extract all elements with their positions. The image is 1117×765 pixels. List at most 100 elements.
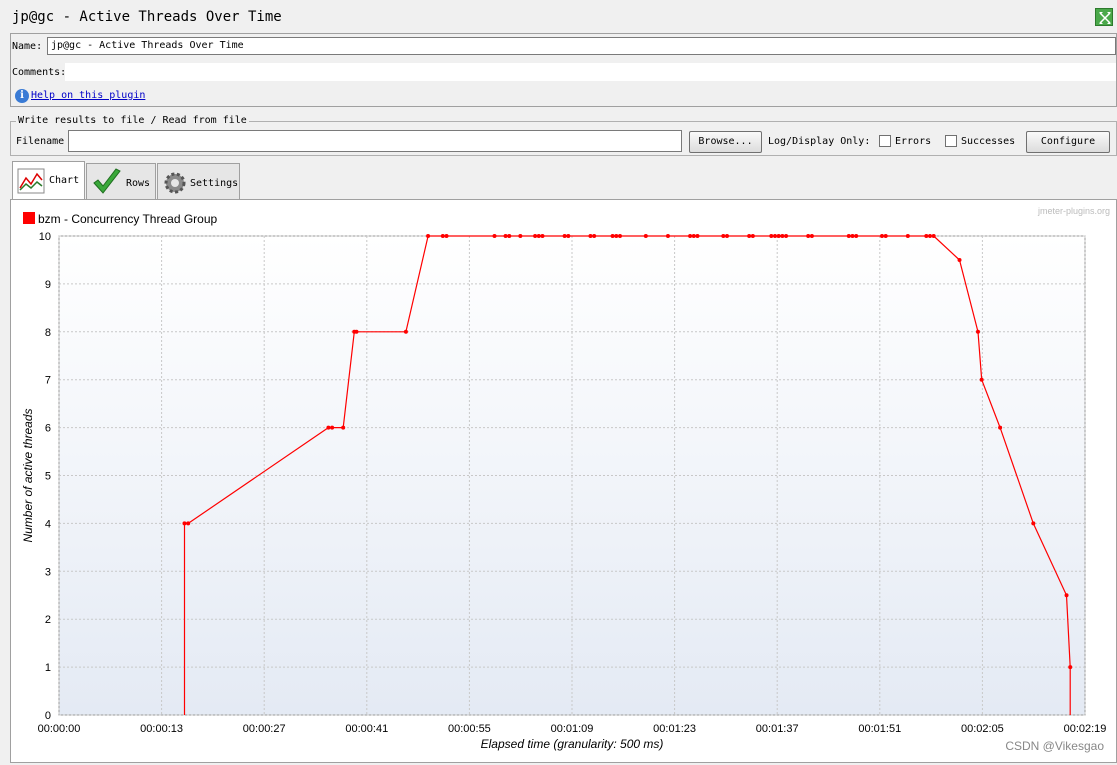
tab-chart-label: Chart (49, 175, 80, 186)
comments-input[interactable] (65, 63, 1116, 81)
data-point (688, 234, 693, 238)
properties-panel: Name: jp@gc - Active Threads Over Time C… (10, 33, 1117, 107)
tab-settings[interactable]: Settings (157, 163, 240, 199)
y-tick-label: 4 (45, 518, 51, 530)
data-point (998, 425, 1003, 430)
x-tick-label: 00:01:37 (756, 723, 799, 735)
y-tick-label: 6 (45, 423, 51, 435)
filename-input[interactable] (68, 130, 682, 152)
comments-label: Comments: (12, 67, 67, 78)
data-point (643, 234, 648, 238)
name-label: Name: (12, 41, 43, 52)
browse-button[interactable]: Browse... (689, 131, 762, 153)
data-point (182, 521, 187, 526)
chart-icon (17, 168, 45, 194)
x-tick-label: 00:02:19 (1064, 723, 1107, 735)
data-point (905, 234, 910, 238)
data-point (721, 234, 726, 238)
data-point (747, 234, 752, 238)
data-point (518, 234, 523, 238)
data-point (1068, 665, 1073, 670)
data-point (750, 234, 755, 238)
data-point (617, 234, 622, 238)
data-point (403, 329, 408, 334)
data-point (566, 234, 571, 238)
errors-label: Errors (895, 136, 932, 147)
data-point (854, 234, 859, 238)
data-point (592, 234, 597, 238)
data-point (562, 234, 567, 238)
window-title: jp@gc - Active Threads Over Time (12, 9, 282, 25)
data-point (850, 234, 855, 238)
y-tick-label: 10 (39, 231, 51, 243)
info-icon: i (15, 89, 29, 103)
data-point (1064, 593, 1069, 598)
x-axis-label: Elapsed time (granularity: 500 ms) (481, 737, 664, 751)
data-point (924, 234, 929, 238)
name-input[interactable]: jp@gc - Active Threads Over Time (47, 37, 1116, 55)
data-point (540, 234, 545, 238)
data-point (610, 234, 615, 238)
x-tick-label: 00:00:55 (448, 723, 491, 735)
window-titlebar: jp@gc - Active Threads Over Time (0, 0, 1117, 34)
data-point (426, 234, 431, 238)
x-tick-label: 00:00:27 (243, 723, 286, 735)
tab-chart[interactable]: Chart (12, 161, 85, 200)
x-tick-label: 00:02:05 (961, 723, 1004, 735)
y-tick-label: 8 (45, 327, 51, 339)
x-tick-label: 00:00:41 (345, 723, 388, 735)
data-point (957, 257, 962, 262)
legend-label: bzm - Concurrency Thread Group (38, 212, 218, 226)
data-point (614, 234, 619, 238)
errors-checkbox[interactable] (879, 135, 891, 147)
data-point (806, 234, 811, 238)
data-point (440, 234, 445, 238)
y-tick-label: 0 (45, 710, 51, 722)
active-threads-chart: 0 1 2 3 4 5 6 7 8 9 10 00:00:00 00:00:13 00:00:27 00:0… (21, 206, 1110, 753)
tab-settings-label: Settings (190, 178, 239, 189)
watermark: jmeter-plugins.org (1037, 206, 1110, 216)
y-axis-label: Number of active threads (21, 408, 35, 542)
tab-rows-label: Rows (126, 178, 151, 189)
chart-panel: 0 1 2 3 4 5 6 7 8 9 10 00:00:00 00:00:13 00:00:27 00:0… (10, 199, 1117, 763)
data-point (776, 234, 781, 238)
x-tick-label: 00:01:09 (551, 723, 594, 735)
expand-icon[interactable] (1095, 8, 1113, 26)
data-point (665, 234, 670, 238)
checkmark-icon (93, 168, 121, 194)
tab-rows[interactable]: Rows (86, 163, 156, 199)
y-tick-label: 1 (45, 662, 51, 674)
data-point (725, 234, 730, 238)
data-point (784, 234, 789, 238)
y-tick-label: 3 (45, 566, 51, 578)
data-point (880, 234, 885, 238)
x-tick-label: 00:00:00 (38, 723, 81, 735)
data-point (507, 234, 512, 238)
legend-swatch (23, 212, 35, 224)
configure-button[interactable]: Configure (1026, 131, 1110, 153)
data-point (533, 234, 538, 238)
successes-label: Successes (961, 136, 1016, 147)
data-point (326, 425, 331, 430)
data-point (341, 425, 346, 430)
help-link[interactable]: Help on this plugin (31, 90, 145, 101)
data-point (691, 234, 696, 238)
x-tick-label: 00:01:23 (653, 723, 696, 735)
y-tick-label: 5 (45, 471, 51, 483)
file-groupbox-legend: Write results to file / Read from file (16, 115, 249, 126)
data-point (588, 234, 593, 238)
filename-label: Filename (16, 136, 65, 147)
credit-watermark: CSDN @Vikesgao (1005, 739, 1104, 753)
y-tick-label: 9 (45, 279, 51, 291)
gear-icon (164, 172, 186, 194)
y-tick-label: 7 (45, 375, 51, 387)
successes-checkbox[interactable] (945, 135, 957, 147)
log-display-label: Log/Display Only: (768, 136, 871, 147)
data-point (931, 234, 936, 238)
data-point (772, 234, 777, 238)
data-point (769, 234, 774, 238)
data-point (503, 234, 508, 238)
data-point (354, 329, 359, 334)
x-tick-label: 00:01:51 (858, 723, 901, 735)
data-point (695, 234, 700, 238)
